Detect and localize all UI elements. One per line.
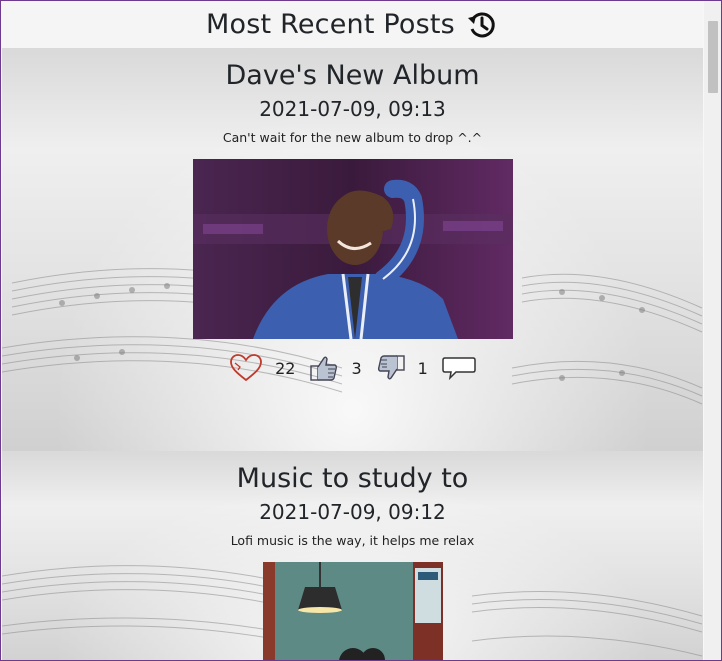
scrollbar-thumb[interactable] xyxy=(708,21,718,93)
thumbs-up-count: 3 xyxy=(351,358,362,378)
post-datetime: 2021-07-09, 09:12 xyxy=(259,500,446,524)
page-title: Most Recent Posts xyxy=(206,9,455,40)
post-body: Can't wait for the new album to drop ^.^ xyxy=(222,130,483,145)
page-header: Most Recent Posts xyxy=(2,1,703,48)
thumbs-down-count: 1 xyxy=(417,358,428,378)
thumbs-up-icon xyxy=(309,354,339,382)
post-actions: 22 3 1 xyxy=(2,353,703,383)
post-title[interactable]: Music to study to xyxy=(2,451,703,494)
thumbs-down-icon xyxy=(376,354,406,382)
like-count: 22 xyxy=(275,358,296,378)
post-image xyxy=(262,562,443,660)
comment-button[interactable] xyxy=(442,355,476,381)
post-card: Dave's New Album 2021-07-09, 09:13 Can't… xyxy=(2,48,703,451)
post-title[interactable]: Dave's New Album xyxy=(2,48,703,91)
comment-icon xyxy=(442,355,476,381)
thumbs-down-button[interactable]: 1 xyxy=(376,354,442,382)
like-button[interactable]: 22 xyxy=(229,353,309,383)
browser-window: Most Recent Posts Dave's New Album 2021-… xyxy=(0,0,722,661)
post-card: Music to study to 2021-07-09, 09:12 Lofi… xyxy=(2,451,703,660)
thumbs-up-button[interactable]: 3 xyxy=(309,354,375,382)
post-body: Lofi music is the way, it helps me relax xyxy=(230,533,475,548)
heart-icon xyxy=(229,353,263,383)
post-datetime: 2021-07-09, 09:13 xyxy=(259,97,446,121)
history-icon xyxy=(465,8,499,42)
post-image xyxy=(192,159,513,339)
feed: Most Recent Posts Dave's New Album 2021-… xyxy=(2,1,703,660)
vertical-scrollbar[interactable] xyxy=(704,1,721,660)
